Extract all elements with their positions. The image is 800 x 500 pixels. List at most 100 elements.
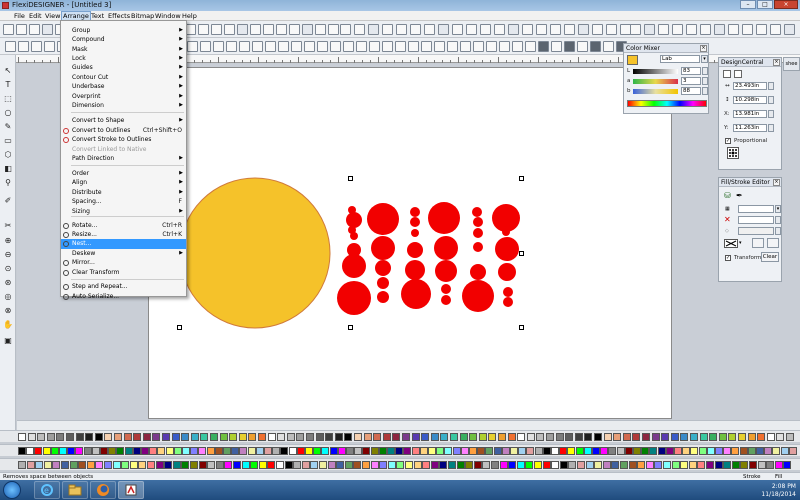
color-swatch[interactable] bbox=[75, 447, 84, 455]
color-swatch[interactable] bbox=[757, 433, 766, 441]
selection-handle[interactable] bbox=[519, 251, 524, 256]
color-swatch[interactable] bbox=[379, 461, 388, 469]
stroke-style-swatch[interactable] bbox=[724, 239, 738, 248]
toolbar-button-icon[interactable] bbox=[551, 41, 562, 52]
color-swatch[interactable] bbox=[337, 447, 346, 455]
a-slider[interactable] bbox=[633, 79, 678, 84]
color-swatch[interactable] bbox=[585, 461, 594, 469]
menu-help[interactable]: Help bbox=[182, 12, 197, 20]
color-swatch[interactable] bbox=[255, 447, 264, 455]
color-swatch[interactable] bbox=[85, 433, 94, 441]
color-swatch[interactable] bbox=[780, 447, 789, 455]
color-swatch[interactable] bbox=[233, 461, 241, 469]
selection-handle[interactable] bbox=[177, 325, 182, 330]
color-swatch[interactable] bbox=[766, 461, 775, 469]
color-swatch[interactable] bbox=[613, 433, 622, 441]
color-swatch[interactable] bbox=[450, 433, 458, 441]
toolbar-button-icon[interactable] bbox=[224, 24, 235, 35]
stroke-width-field[interactable] bbox=[738, 227, 774, 235]
color-swatch[interactable] bbox=[718, 433, 727, 441]
toolbar-button-icon[interactable] bbox=[330, 41, 341, 52]
color-swatch[interactable] bbox=[264, 447, 272, 455]
toolbar-button-icon[interactable] bbox=[304, 41, 315, 52]
rotate-mode-icon[interactable] bbox=[734, 70, 742, 78]
color-swatch[interactable] bbox=[485, 447, 494, 455]
toolbar-button-icon[interactable] bbox=[289, 24, 300, 35]
toolbar-button-icon[interactable] bbox=[564, 24, 575, 35]
color-swatch[interactable] bbox=[334, 433, 343, 441]
color-swatch[interactable] bbox=[171, 433, 180, 441]
taskbar-explorer-icon[interactable] bbox=[62, 481, 88, 499]
color-swatch[interactable] bbox=[306, 433, 314, 441]
toolbar-button-icon[interactable] bbox=[486, 41, 497, 52]
toolbar-button-icon[interactable] bbox=[291, 41, 302, 52]
color-swatch[interactable] bbox=[61, 461, 69, 469]
clear-button[interactable]: Clear bbox=[761, 252, 779, 262]
color-swatch[interactable] bbox=[288, 447, 297, 455]
color-swatch[interactable] bbox=[491, 461, 499, 469]
color-model-select[interactable]: Lab bbox=[660, 55, 700, 63]
color-swatch[interactable] bbox=[534, 461, 542, 469]
toolbar-button-icon[interactable] bbox=[630, 24, 641, 35]
eyedropper-tool-icon[interactable]: ⚲ bbox=[2, 177, 14, 188]
color-swatch[interactable] bbox=[551, 447, 559, 455]
toolbar-button-icon[interactable] bbox=[356, 41, 367, 52]
toolbar-button-icon[interactable] bbox=[198, 24, 209, 35]
color-swatch[interactable] bbox=[198, 447, 207, 455]
color-swatch[interactable] bbox=[440, 433, 449, 441]
color-swatch[interactable] bbox=[149, 447, 158, 455]
color-swatch[interactable] bbox=[56, 433, 65, 441]
color-swatch[interactable] bbox=[310, 461, 319, 469]
color-swatch[interactable] bbox=[247, 447, 256, 455]
color-swatch[interactable] bbox=[382, 433, 391, 441]
chevron-down-icon[interactable]: ▾ bbox=[739, 240, 745, 247]
a-spinner[interactable] bbox=[702, 77, 708, 85]
menu-item-guides[interactable]: Guides ▶ bbox=[61, 63, 186, 73]
color-swatch[interactable] bbox=[272, 447, 281, 455]
color-swatch[interactable] bbox=[723, 447, 732, 455]
color-swatch[interactable] bbox=[373, 433, 382, 441]
fill-type-select[interactable] bbox=[738, 205, 774, 213]
color-swatch[interactable] bbox=[26, 461, 35, 469]
stroke-pen-icon[interactable]: ✒ bbox=[736, 192, 745, 201]
proportional-checkbox[interactable]: ✓ bbox=[725, 138, 731, 144]
fill-tool-icon[interactable]: ◧ bbox=[2, 163, 14, 174]
color-swatch[interactable] bbox=[411, 433, 420, 441]
color-swatch[interactable] bbox=[575, 447, 584, 455]
color-swatch[interactable] bbox=[224, 461, 233, 469]
color-swatch[interactable] bbox=[419, 447, 428, 455]
color-swatch[interactable] bbox=[706, 461, 714, 469]
color-swatch[interactable] bbox=[731, 447, 740, 455]
color-swatch[interactable] bbox=[516, 461, 525, 469]
toolbar-button-icon[interactable] bbox=[250, 24, 261, 35]
color-swatch[interactable] bbox=[747, 433, 756, 441]
l-value-field[interactable]: 83 bbox=[681, 67, 701, 75]
toolbar-button-icon[interactable] bbox=[714, 24, 725, 35]
zoom-page-tool-icon[interactable]: ⊛ bbox=[2, 277, 14, 288]
sheet-side-tab[interactable]: shee bbox=[783, 57, 800, 71]
color-swatch[interactable] bbox=[181, 433, 190, 441]
toolbar-button-icon[interactable] bbox=[536, 24, 547, 35]
color-swatch[interactable] bbox=[248, 433, 257, 441]
color-swatch[interactable] bbox=[413, 461, 422, 469]
toolbar-button-icon[interactable] bbox=[410, 24, 421, 35]
color-swatch[interactable] bbox=[456, 461, 465, 469]
color-swatch[interactable] bbox=[214, 447, 223, 455]
color-swatch[interactable] bbox=[439, 461, 448, 469]
toolbar-button-icon[interactable] bbox=[29, 24, 40, 35]
toolbar-button-icon[interactable] bbox=[278, 41, 289, 52]
toolbar-button-icon[interactable] bbox=[644, 24, 655, 35]
color-swatch[interactable] bbox=[124, 447, 133, 455]
toolbar-button-icon[interactable] bbox=[590, 41, 601, 52]
color-swatch[interactable] bbox=[133, 433, 142, 441]
toolbar-button-icon[interactable] bbox=[369, 41, 380, 52]
color-swatch[interactable] bbox=[229, 433, 238, 441]
color-swatch[interactable] bbox=[104, 433, 113, 441]
toolbar-button-icon[interactable] bbox=[42, 24, 53, 35]
toolbar-button-icon[interactable] bbox=[213, 41, 224, 52]
color-swatch[interactable] bbox=[147, 461, 155, 469]
color-swatch[interactable] bbox=[132, 447, 141, 455]
color-swatch[interactable] bbox=[697, 461, 706, 469]
color-swatch[interactable] bbox=[395, 447, 404, 455]
toolbar-button-icon[interactable] bbox=[522, 24, 533, 35]
